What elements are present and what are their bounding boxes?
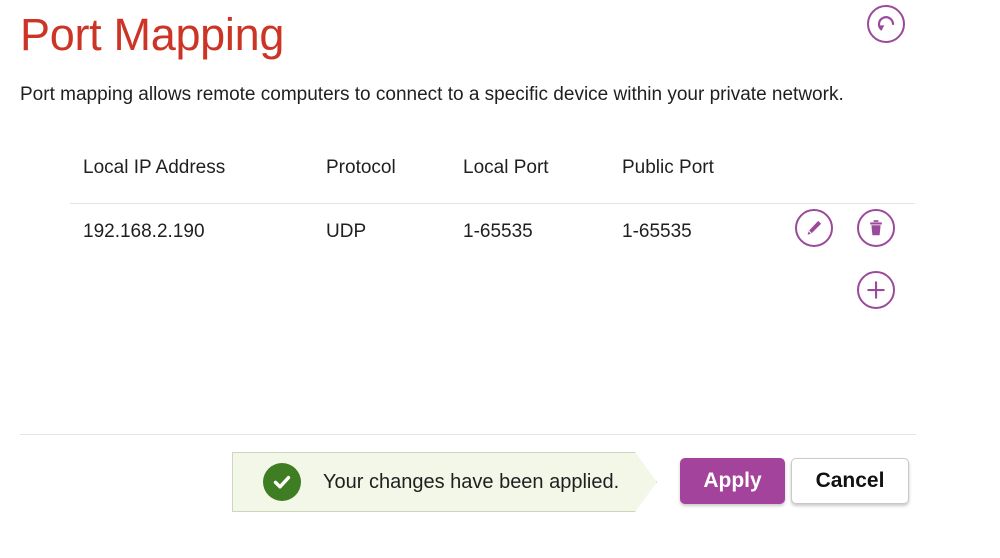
column-header-local-port: Local Port — [463, 157, 549, 178]
trash-icon — [866, 218, 886, 238]
refresh-circular-arrow-icon — [875, 13, 897, 35]
edit-rule-button[interactable] — [795, 209, 833, 247]
port-mapping-table: Local IP Address Protocol Local Port Pub… — [70, 155, 915, 309]
delete-rule-button[interactable] — [857, 209, 895, 247]
cancel-button[interactable]: Cancel — [791, 458, 909, 504]
page-description: Port mapping allows remote computers to … — [20, 84, 844, 105]
add-rule-button[interactable] — [857, 271, 895, 309]
cell-protocol: UDP — [326, 221, 367, 242]
reset-button[interactable] — [867, 5, 905, 43]
pencil-icon — [804, 218, 824, 238]
status-message: Your changes have been applied. — [323, 471, 620, 493]
column-header-public-port: Public Port — [622, 157, 714, 178]
column-header-protocol: Protocol — [326, 157, 396, 178]
column-header-local-ip: Local IP Address — [83, 157, 226, 178]
cell-public-port: 1-65535 — [622, 221, 692, 242]
status-banner: Your changes have been applied. — [232, 452, 657, 512]
table-row: 192.168.2.190 UDP 1-65535 1-65535 — [70, 203, 915, 309]
check-circle-icon — [263, 463, 301, 501]
plus-icon — [865, 279, 887, 301]
cell-local-port: 1-65535 — [463, 221, 533, 242]
apply-button[interactable]: Apply — [680, 458, 785, 504]
cell-local-ip: 192.168.2.190 — [83, 221, 205, 242]
footer-divider — [20, 434, 916, 435]
page-title: Port Mapping — [20, 9, 285, 60]
table-header-row: Local IP Address Protocol Local Port Pub… — [70, 155, 915, 204]
port-mapping-page: Port Mapping Port mapping allows remote … — [0, 0, 1000, 558]
